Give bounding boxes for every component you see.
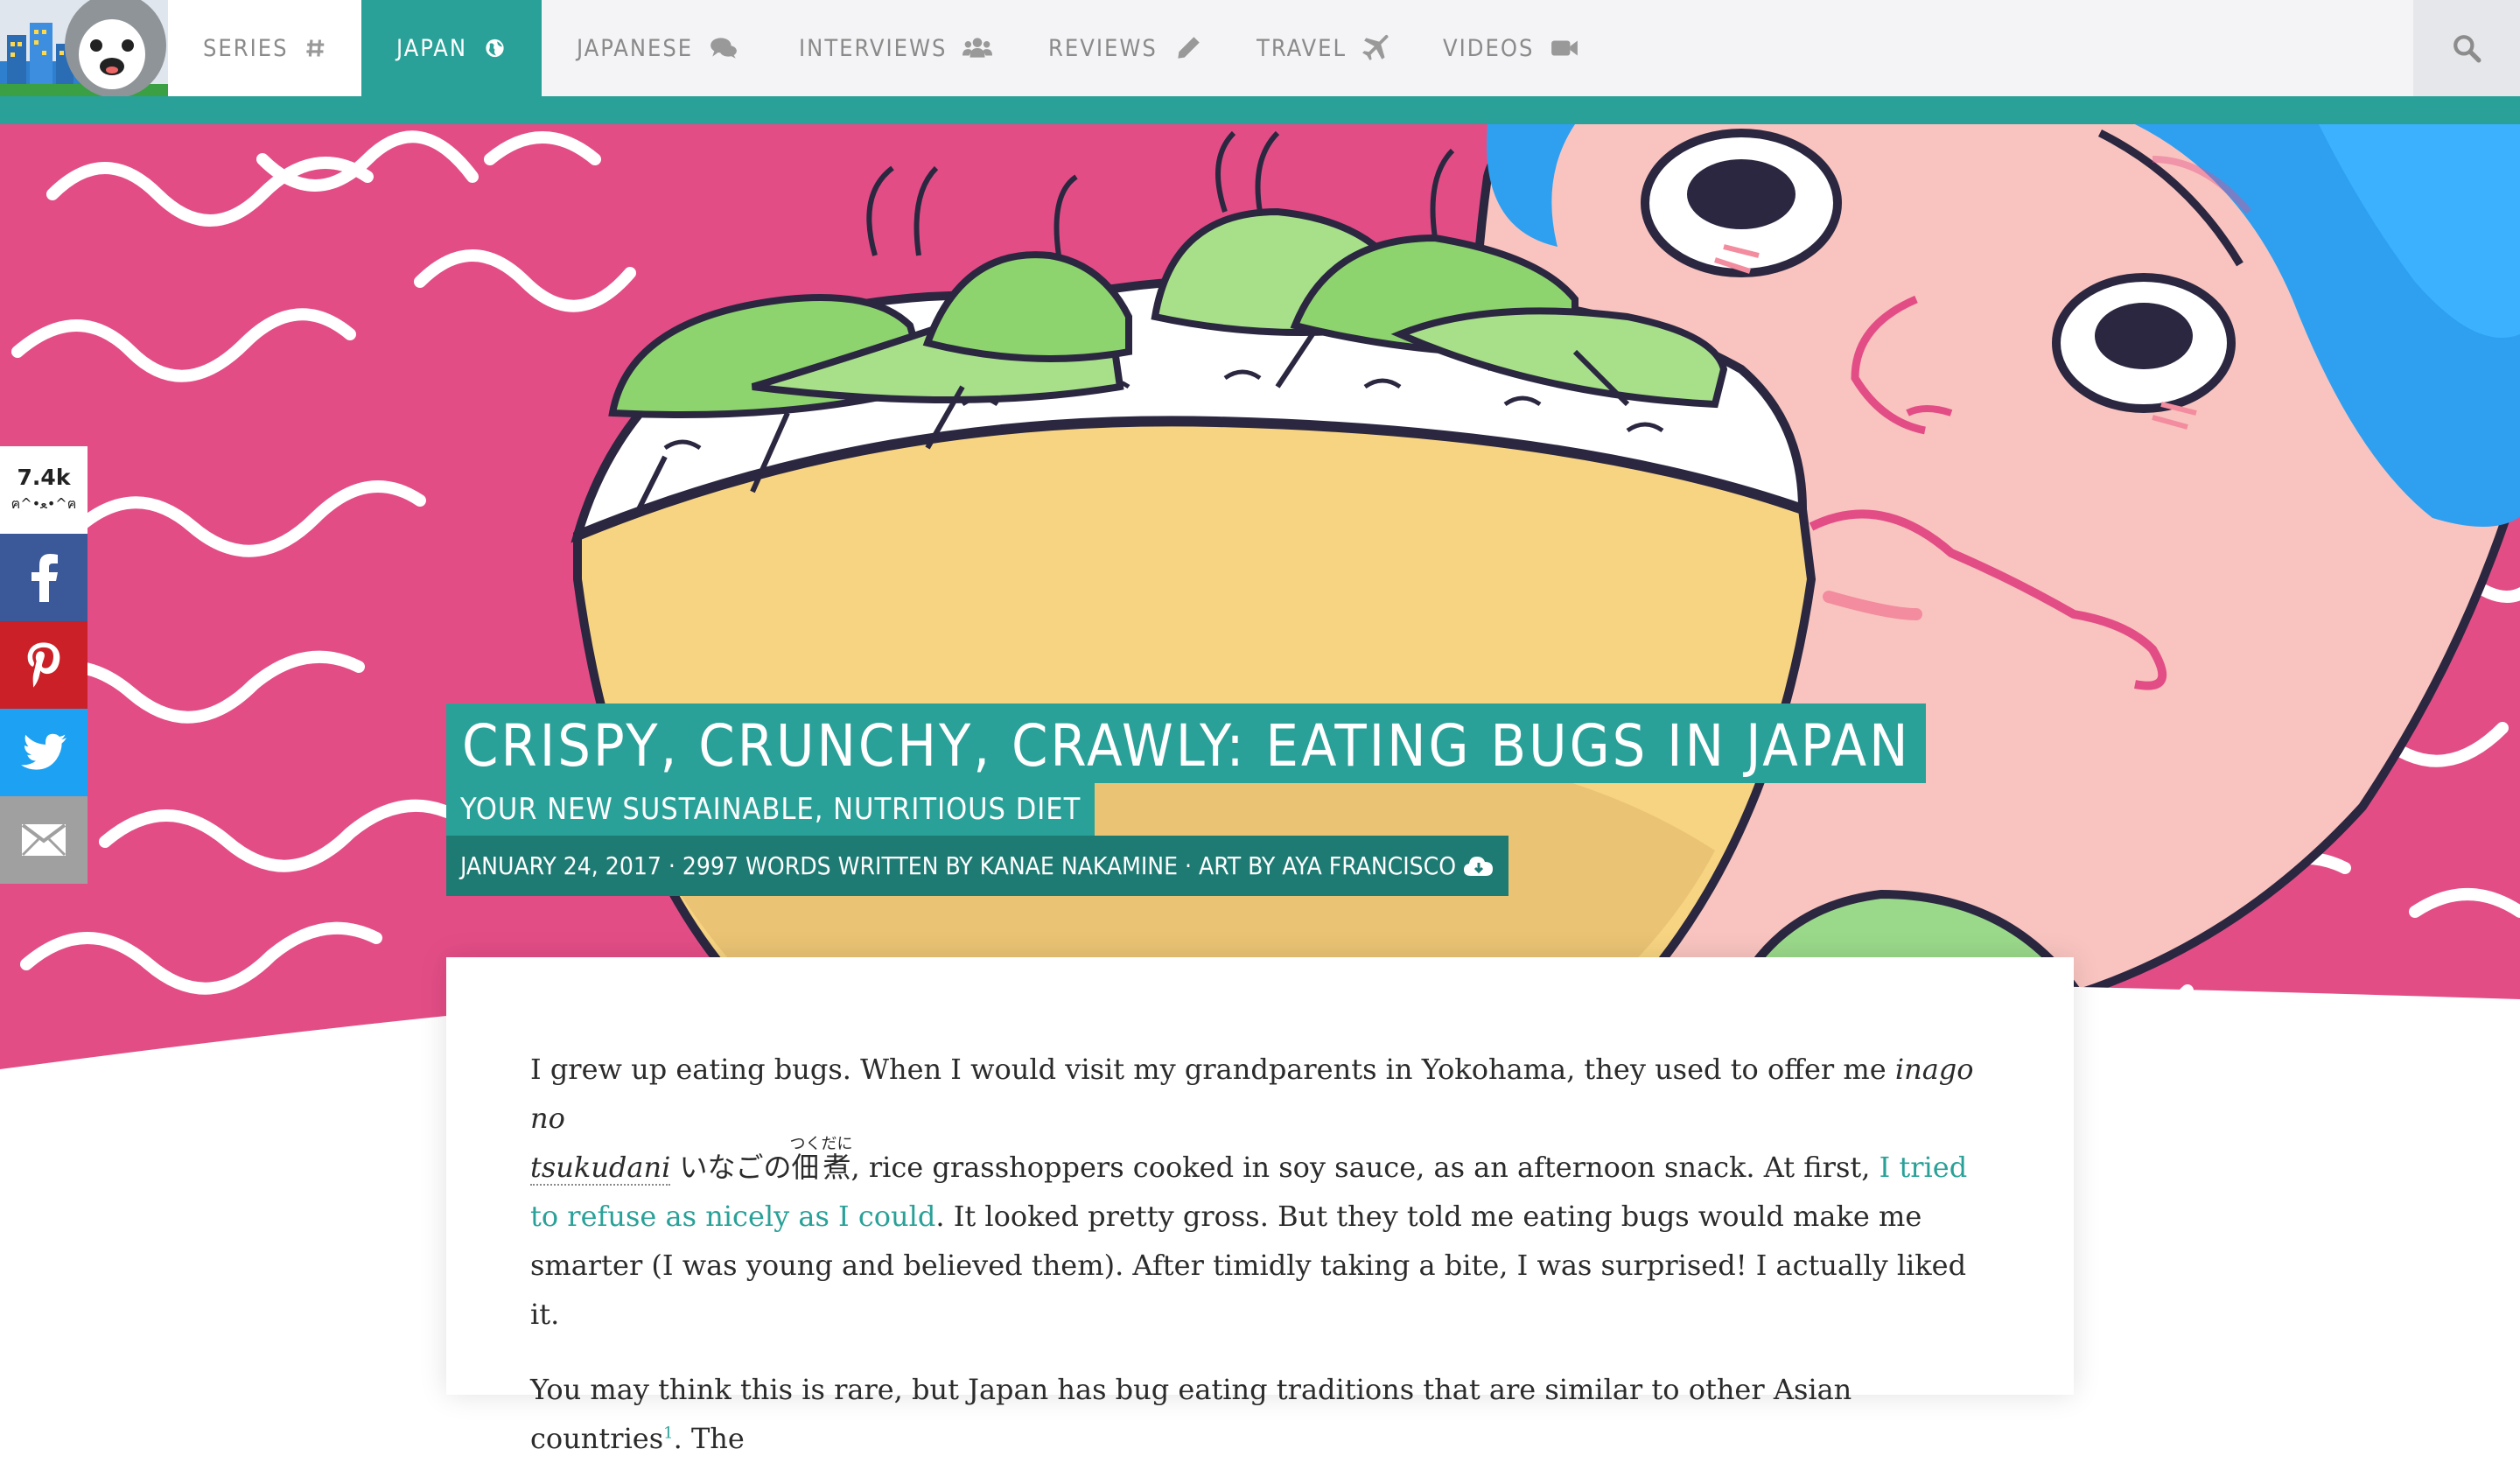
nav-label: TRAVEL	[1256, 34, 1347, 62]
top-nav: SERIES JAPAN JAPANESE INTERVIEWS REVIEWS…	[0, 0, 2520, 96]
nav-label: REVIEWS	[1048, 34, 1158, 62]
plane-icon	[1362, 34, 1390, 60]
share-email-button[interactable]	[0, 796, 88, 884]
article-paragraph-2: You may think this is rare, but Japan ha…	[530, 1373, 1852, 1455]
nav-japanese[interactable]: JAPANESE	[542, 0, 774, 96]
facebook-icon	[32, 554, 58, 602]
share-sidebar: 7.4k ฅ^•ﻌ•^ฅ	[0, 446, 88, 884]
nav-videos[interactable]: VIDEOS	[1408, 0, 1614, 96]
share-count-kaomoji: ฅ^•ﻌ•^ฅ	[10, 495, 77, 512]
nav-reviews[interactable]: REVIEWS	[1013, 0, 1238, 96]
video-camera-icon	[1551, 40, 1578, 56]
term-tsukudani[interactable]: tsukudani	[530, 1151, 671, 1186]
search-icon	[2454, 35, 2482, 63]
nav-japan[interactable]: JAPAN	[361, 0, 542, 96]
nav-interviews[interactable]: INTERVIEWS	[764, 0, 1027, 96]
nav-travel[interactable]: TRAVEL	[1222, 0, 1427, 96]
article-body: I grew up eating bugs. When I would visi…	[446, 957, 2074, 1455]
nav-series[interactable]: SERIES	[168, 0, 361, 96]
nav-label: INTERVIEWS	[799, 34, 948, 62]
article-header: CRISPY, CRUNCHY, CRAWLY: EATING BUGS IN …	[446, 704, 1927, 896]
share-count: 7.4k ฅ^•ﻌ•^ฅ	[0, 446, 88, 534]
nav-label: JAPAN	[396, 34, 467, 62]
footnote-1[interactable]: 1	[663, 1424, 673, 1442]
globe-icon	[486, 38, 504, 58]
pinterest-icon	[27, 642, 60, 688]
share-twitter-button[interactable]	[0, 709, 88, 796]
site-logo[interactable]	[0, 0, 168, 96]
nav-label: VIDEOS	[1443, 34, 1535, 62]
nav-label: SERIES	[203, 34, 289, 62]
search-button[interactable]	[2413, 0, 2520, 96]
article-subtitle: YOUR NEW SUSTAINABLE, NUTRITIOUS DIET	[446, 783, 1096, 836]
article-paragraph-1: I grew up eating bugs. When I would visi…	[530, 1053, 1974, 1331]
article-title: CRISPY, CRUNCHY, CRAWLY: EATING BUGS IN …	[446, 704, 1927, 783]
cloud-download-icon[interactable]	[1463, 854, 1494, 878]
nav-accent-strip	[0, 96, 2520, 124]
furigana: 佃煮つくだに	[789, 1135, 853, 1185]
users-icon	[962, 38, 993, 58]
share-count-number: 7.4k	[17, 465, 71, 490]
article-meta: JANUARY 24, 2017 · 2997 WORDS WRITTEN BY…	[446, 836, 1509, 896]
nav-label: JAPANESE	[577, 34, 694, 62]
hash-icon	[305, 39, 324, 57]
pencil-icon	[1178, 37, 1200, 59]
share-pinterest-button[interactable]	[0, 621, 88, 709]
share-facebook-button[interactable]	[0, 534, 88, 621]
email-icon	[21, 823, 66, 857]
comments-icon	[710, 38, 737, 59]
twitter-icon	[21, 733, 66, 770]
hero-illustration	[0, 124, 2520, 1096]
article-meta-text: JANUARY 24, 2017 · 2997 WORDS WRITTEN BY…	[460, 851, 1457, 880]
